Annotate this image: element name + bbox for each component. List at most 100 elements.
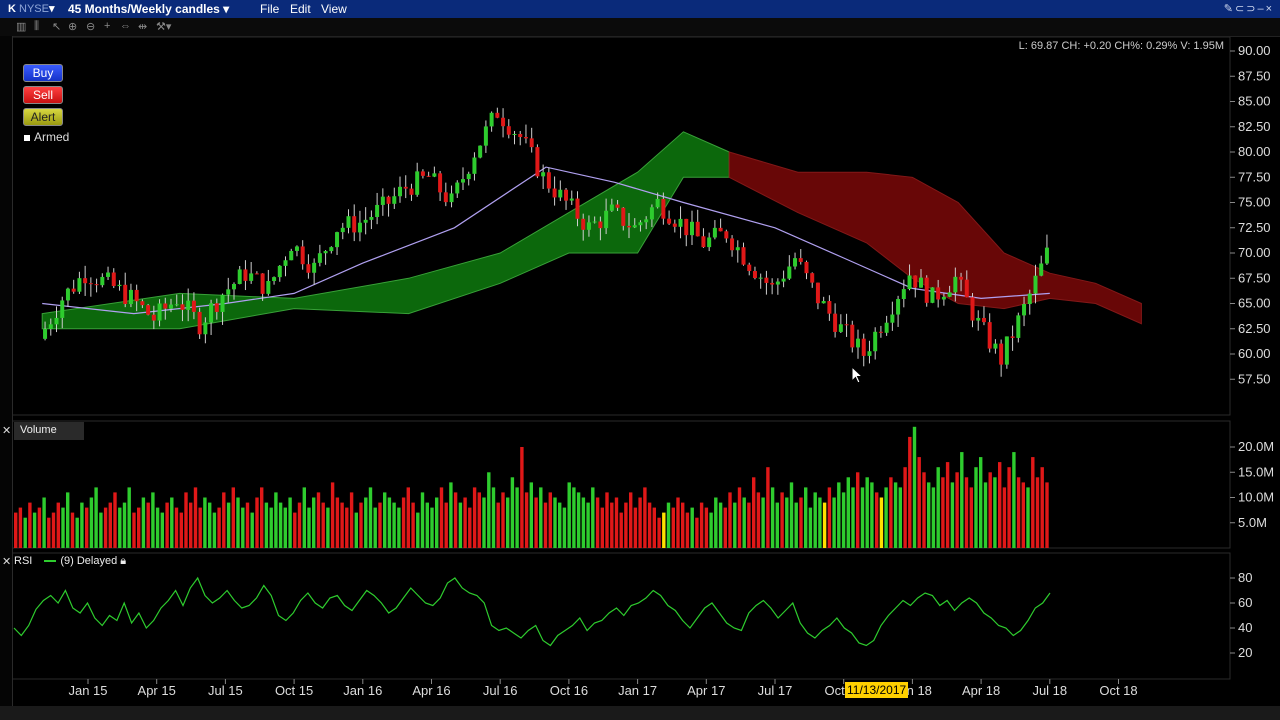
volume-bar (543, 502, 548, 548)
candle-body (627, 225, 632, 228)
armed-toggle[interactable]: Armed (24, 130, 69, 144)
left-scroll-strip[interactable] (0, 36, 13, 706)
volume-bar (558, 502, 562, 548)
menu-file[interactable]: File (260, 2, 279, 16)
candle-body (71, 288, 76, 292)
volume-bar (794, 502, 798, 548)
price-tick-label: 70.00 (1238, 245, 1271, 260)
volume-bar (70, 512, 75, 548)
chart-canvas[interactable]: 90.00 87.50 85.00 82.50 80.00 77.50 75.00 72.50… (0, 0, 1280, 720)
pan-icon[interactable]: ⇔ (120, 20, 131, 32)
candle-body (220, 294, 225, 312)
zoom-out-icon[interactable]: ⊖ (86, 20, 95, 33)
candle-body (163, 303, 168, 309)
window-controls[interactable]: ✎⊂⊃–× (1224, 2, 1274, 15)
candle-body (455, 182, 460, 194)
volume-bar (614, 497, 619, 548)
volume-bar (444, 502, 448, 548)
candle-body (707, 237, 712, 248)
volume-bar (752, 477, 756, 548)
zoom-in-icon[interactable]: ⊕ (68, 20, 77, 33)
volume-bar (1035, 477, 1040, 548)
close-rsi-icon[interactable]: ✕ (2, 555, 11, 568)
price-tick-label: 90.00 (1238, 43, 1271, 58)
rsi-title: RSI (14, 555, 33, 567)
candle-body (449, 193, 454, 203)
volume-bar (846, 477, 850, 548)
timeline-scroller[interactable] (0, 706, 1280, 720)
volume-bar (704, 507, 709, 548)
volume-bar (255, 497, 259, 548)
volume-tick-label: 15.0M (1238, 464, 1274, 479)
volume-bar (141, 497, 146, 548)
menu-edit[interactable]: Edit (290, 2, 311, 16)
candle-body (134, 289, 139, 302)
rsi-tick-label: 80 (1238, 570, 1252, 585)
volume-bar (780, 492, 784, 548)
volume-bar (979, 457, 983, 548)
minimize-icon[interactable]: – (1257, 3, 1265, 15)
candle-body (604, 210, 609, 229)
volume-bar (274, 492, 278, 548)
link-icon[interactable]: ⊂⊃ (1235, 3, 1257, 15)
pointer-icon[interactable]: ↖ (52, 20, 61, 33)
fit-icon[interactable]: ⇹ (138, 20, 147, 33)
volume-bar (89, 497, 94, 548)
volume-bar (879, 497, 884, 548)
candle-body (375, 204, 380, 217)
buy-button[interactable]: Buy (23, 64, 63, 82)
x-tick-label: Jul 16 (483, 683, 518, 698)
chevron-down-icon: ▾ (219, 2, 230, 16)
volume-bar (827, 487, 832, 548)
crosshair-icon[interactable]: + (104, 20, 110, 32)
candle-body (581, 218, 586, 230)
volume-bar (808, 507, 813, 548)
price-tick-label: 57.50 (1238, 371, 1271, 386)
volume-bar (264, 502, 269, 548)
candle-body (953, 276, 958, 293)
wrench-icon[interactable]: ✎ (1224, 3, 1235, 15)
tools-icon[interactable]: ⚒▾ (156, 20, 171, 33)
volume-bar (42, 497, 46, 548)
candle-body (815, 282, 820, 304)
volume-bar (818, 497, 822, 548)
volume-bar (23, 517, 27, 548)
volume-bar (1012, 452, 1016, 549)
close-volume-icon[interactable]: ✕ (2, 424, 11, 437)
symbol-selector[interactable]: K NYSE▾ (8, 2, 55, 15)
candle-body (632, 225, 637, 228)
volume-bar (472, 487, 477, 548)
volume-bar (737, 487, 742, 548)
candle-body (924, 277, 929, 303)
candle-body (169, 304, 174, 309)
candle-body (1022, 304, 1027, 316)
candle-body (106, 272, 111, 277)
volume-bar (449, 482, 453, 548)
candle-body (357, 222, 362, 233)
volume-bar (146, 502, 150, 548)
period-selector[interactable]: 45 Months/Weekly candles ▾ (68, 2, 229, 16)
volume-bar (236, 497, 240, 548)
volume-bar (695, 517, 699, 548)
alert-button[interactable]: Alert (23, 108, 63, 126)
volume-bar (629, 492, 633, 548)
candle-body (209, 303, 214, 323)
armed-checkbox[interactable] (24, 134, 30, 141)
candle-body (380, 196, 385, 205)
candle-body (432, 173, 437, 177)
sell-button[interactable]: Sell (23, 86, 63, 104)
bar-type-icon[interactable]: ▥ (16, 20, 26, 33)
cloud-bullish (41, 131, 730, 330)
candle-body (277, 265, 282, 278)
candle-body (901, 289, 906, 299)
menu-view[interactable]: View (321, 2, 347, 16)
volume-bar (425, 502, 429, 548)
close-icon[interactable]: × (1266, 3, 1274, 15)
volume-bar (80, 502, 84, 548)
candle-body (844, 324, 849, 326)
candle-body (186, 300, 191, 310)
candles-icon[interactable]: ⫼ (34, 20, 39, 33)
candle-body (60, 300, 65, 318)
volume-bar (718, 502, 723, 548)
volume-bar (184, 492, 188, 548)
